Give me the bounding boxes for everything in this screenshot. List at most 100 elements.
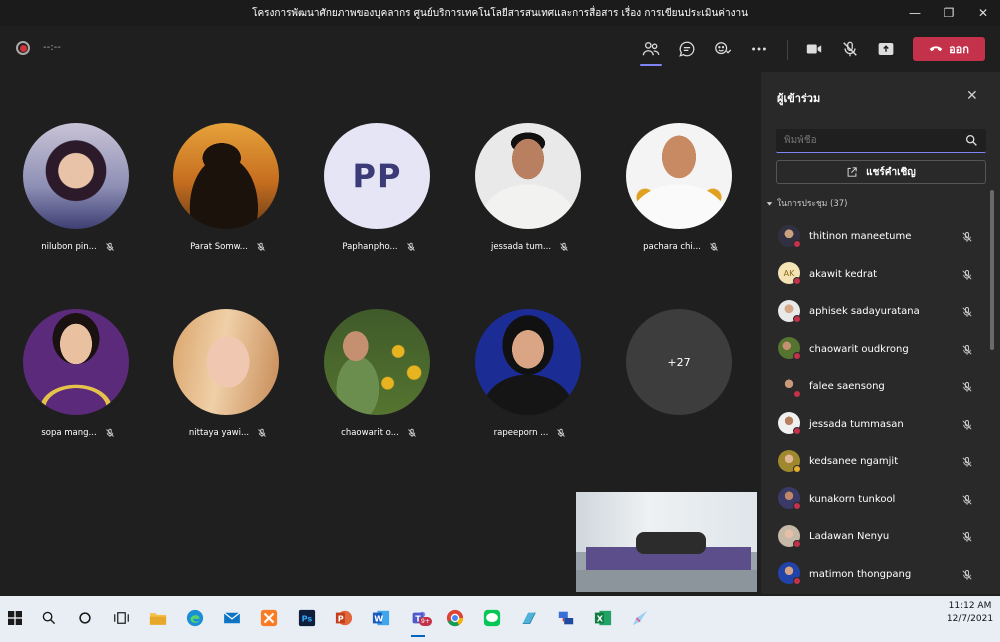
participant-tile[interactable]: jessada tum...: [475, 123, 585, 263]
participant-avatar: [324, 309, 430, 415]
folder-icon: [149, 612, 167, 625]
camera-button[interactable]: [801, 36, 827, 62]
taskbar-powerpoint[interactable]: P: [333, 607, 355, 629]
participant-name: matimon thongpang: [809, 568, 912, 580]
participant-name: aphisek sadayuratana: [809, 306, 920, 318]
participant-list-item[interactable]: Ladawan Nenyu: [761, 518, 991, 556]
participant-list-item[interactable]: kunakorn tunkool: [761, 481, 991, 519]
share-screen-button[interactable]: [873, 36, 899, 62]
participant-tile[interactable]: PP Paphanpho...: [324, 123, 434, 263]
mic-button[interactable]: [837, 36, 863, 62]
window-title: โครงการพัฒนาศักยภาพของบุคลากร ศูนย์บริกา…: [252, 7, 748, 19]
maximize-icon[interactable]: ❐: [932, 0, 966, 26]
taskbar-line[interactable]: [481, 607, 503, 629]
participant-list-item[interactable]: thitinon maneetume: [761, 218, 991, 256]
edge-icon: [186, 609, 204, 627]
participant-name: nilubon pin...: [41, 242, 97, 252]
leave-button[interactable]: ออก: [913, 37, 985, 61]
start-button[interactable]: [4, 607, 26, 629]
participant-initials-avatar: PP: [324, 123, 430, 229]
mic-off-icon: [962, 494, 972, 505]
participant-tile[interactable]: nittaya yawi...: [173, 309, 283, 449]
taskbar-photoshop[interactable]: Ps: [296, 607, 318, 629]
mic-off-icon: [258, 428, 266, 437]
participant-tile[interactable]: Parat Somw...: [173, 123, 283, 263]
svg-text:W: W: [374, 614, 383, 624]
taskbar-teams[interactable]: T 9+: [407, 607, 432, 637]
mic-off-icon: [962, 569, 972, 580]
taskbar-network-tool[interactable]: [555, 607, 577, 629]
status-busy-icon: [793, 577, 801, 586]
taskbar-mail[interactable]: [221, 607, 243, 629]
overflow-participants-tile[interactable]: +27: [626, 309, 736, 449]
participant-list-item[interactable]: jessada tummasan: [761, 406, 991, 444]
participant-tile[interactable]: sopa mang...: [23, 309, 133, 449]
participant-list: thitinon maneetume AK akawit kedrat aphi…: [761, 218, 991, 593]
taskbar-chrome[interactable]: [444, 607, 466, 629]
participant-list-item[interactable]: AK akawit kedrat: [761, 256, 991, 294]
panel-title: ผู้เข้าร่วม: [777, 92, 821, 105]
reactions-button[interactable]: [710, 36, 736, 62]
in-meeting-section-header[interactable]: ในการประชุม (37): [766, 196, 848, 210]
clock-date: 12/7/2021: [946, 614, 994, 624]
panel-scrollbar[interactable]: [990, 190, 994, 350]
search-input[interactable]: [776, 135, 956, 146]
share-invite-button[interactable]: แชร์คำเชิญ: [776, 160, 986, 184]
mic-off-icon: [105, 428, 114, 437]
participant-tile[interactable]: pachara chi...: [626, 123, 736, 263]
network-icon: [558, 611, 574, 625]
chat-button[interactable]: [674, 36, 700, 62]
search-icon[interactable]: [965, 134, 978, 147]
participant-avatar: [173, 309, 279, 415]
taskbar-word[interactable]: W: [370, 607, 392, 629]
participant-name: Parat Somw...: [190, 242, 248, 252]
minimize-icon[interactable]: —: [898, 0, 932, 26]
caret-down-icon: [766, 201, 773, 206]
participant-tile[interactable]: rapeeporn ...: [475, 309, 585, 449]
photoshop-icon: Ps: [298, 609, 316, 627]
participants-button[interactable]: [638, 36, 664, 66]
taskbar-file-explorer[interactable]: [147, 607, 169, 629]
mic-off-icon: [962, 269, 972, 280]
clock-time: 11:12 AM: [948, 601, 992, 611]
participant-tile[interactable]: chaowarit o...: [324, 309, 434, 449]
participant-tile[interactable]: nilubon pin...: [23, 123, 133, 263]
mic-off-icon: [710, 242, 718, 251]
cortana-button[interactable]: [74, 607, 96, 629]
taskbar-app-generic[interactable]: [518, 607, 540, 629]
participant-avatar: [23, 123, 129, 229]
participant-list-item[interactable]: kedsanee ngamjit: [761, 443, 991, 481]
more-actions-button[interactable]: [746, 36, 772, 62]
participant-list-item[interactable]: matimon thongpang: [761, 556, 991, 594]
reaction-icon: [715, 42, 732, 55]
share-tray-icon: [878, 42, 894, 56]
search-icon: [42, 611, 56, 625]
taskbar-paint[interactable]: [629, 607, 651, 629]
close-window-icon[interactable]: ✕: [966, 0, 1000, 26]
toolbar-separator: [787, 40, 788, 60]
taskbar-xampp[interactable]: [258, 607, 280, 629]
window-controls: — ❐ ✕: [898, 0, 1000, 26]
share-icon: [847, 167, 857, 177]
taskbar-edge[interactable]: [184, 607, 206, 629]
mic-off-icon: [962, 344, 972, 355]
mic-off-icon: [843, 41, 857, 57]
svg-text:X: X: [597, 614, 604, 624]
status-busy-icon: [793, 539, 801, 548]
participant-list-item[interactable]: chaowarit oudkrong: [761, 331, 991, 369]
meeting-toolbar: --:-- ออก: [0, 26, 1000, 72]
xampp-icon: [260, 609, 278, 627]
participant-list-item[interactable]: falee saensong: [761, 368, 991, 406]
leave-label: ออก: [949, 43, 969, 56]
participant-list-item[interactable]: aphisek sadayuratana: [761, 293, 991, 331]
meeting-timer: --:--: [43, 42, 61, 53]
participant-search: [776, 129, 986, 153]
mic-off-icon: [962, 382, 972, 392]
taskbar-excel[interactable]: X: [592, 607, 614, 629]
self-video-preview[interactable]: [576, 492, 757, 592]
taskbar-search-button[interactable]: [38, 607, 60, 629]
system-clock[interactable]: 11:12 AM 12/7/2021: [944, 600, 996, 626]
close-icon[interactable]: ✕: [966, 88, 978, 104]
task-view-button[interactable]: [110, 607, 132, 629]
overflow-count: +27: [626, 309, 732, 415]
